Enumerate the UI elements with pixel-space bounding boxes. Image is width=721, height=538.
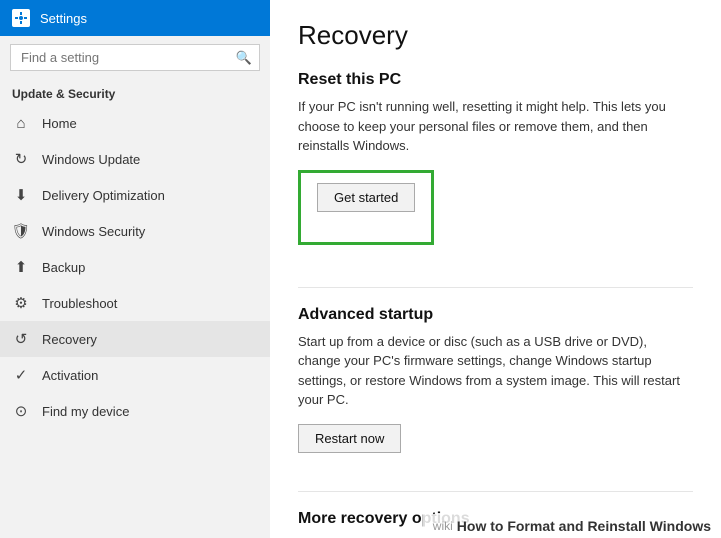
sidebar-item-delivery-optimization[interactable]: ⬇ Delivery Optimization [0,177,270,213]
divider-1 [298,287,693,288]
advanced-section-title: Advanced startup [298,306,693,324]
delivery-optimization-icon: ⬇ [12,186,30,204]
sidebar-item-label-recovery: Recovery [42,332,97,347]
sidebar: Settings 🔍 Update & Security ⌂ Home ↻ Wi… [0,0,270,538]
section-title: Update & Security [0,79,270,105]
sidebar-item-label-backup: Backup [42,260,85,275]
settings-icon [12,9,30,27]
divider-2 [298,491,693,492]
sidebar-item-label-find-my-device: Find my device [42,404,129,419]
sidebar-item-windows-update[interactable]: ↻ Windows Update [0,141,270,177]
sidebar-item-find-my-device[interactable]: ⊙ Find my device [0,393,270,429]
troubleshoot-icon: ⚙ [12,294,30,312]
restart-now-button[interactable]: Restart now [298,424,401,453]
reset-section-description: If your PC isn't running well, resetting… [298,97,693,156]
sidebar-item-label-home: Home [42,116,77,131]
watermark-text: How to Format and Reinstall Windows [457,518,711,534]
get-started-highlight-box: Get started [298,170,434,245]
activation-icon: ✓ [12,366,30,384]
sidebar-item-label-windows-update: Windows Update [42,152,140,167]
sidebar-item-backup[interactable]: ⬆ Backup [0,249,270,285]
watermark-wiki: wiki [433,519,453,533]
page-title: Recovery [298,20,693,51]
reset-section-title: Reset this PC [298,71,693,89]
sidebar-item-label-troubleshoot: Troubleshoot [42,296,117,311]
find-my-device-icon: ⊙ [12,402,30,420]
sidebar-item-label-windows-security: Windows Security [42,224,145,239]
search-input[interactable] [10,44,260,71]
windows-security-icon: 🛡 [12,222,30,240]
backup-icon: ⬆ [12,258,30,276]
sidebar-item-recovery[interactable]: ↺ Recovery [0,321,270,357]
advanced-section-description: Start up from a device or disc (such as … [298,332,693,410]
window-title: Settings [40,11,87,26]
windows-update-icon: ↻ [12,150,30,168]
search-container: 🔍 [10,44,260,71]
recovery-icon: ↺ [12,330,30,348]
get-started-button[interactable]: Get started [317,183,415,212]
main-content: Recovery Reset this PC If your PC isn't … [270,0,721,538]
sidebar-item-troubleshoot[interactable]: ⚙ Troubleshoot [0,285,270,321]
sidebar-header: Settings [0,0,270,36]
sidebar-item-activation[interactable]: ✓ Activation [0,357,270,393]
sidebar-item-label-activation: Activation [42,368,98,383]
watermark-bar: wiki How to Format and Reinstall Windows [423,514,721,538]
sidebar-item-windows-security[interactable]: 🛡 Windows Security [0,213,270,249]
home-icon: ⌂ [12,114,30,132]
search-icon: 🔍 [236,50,252,66]
sidebar-item-home[interactable]: ⌂ Home [0,105,270,141]
sidebar-item-label-delivery-optimization: Delivery Optimization [42,188,165,203]
